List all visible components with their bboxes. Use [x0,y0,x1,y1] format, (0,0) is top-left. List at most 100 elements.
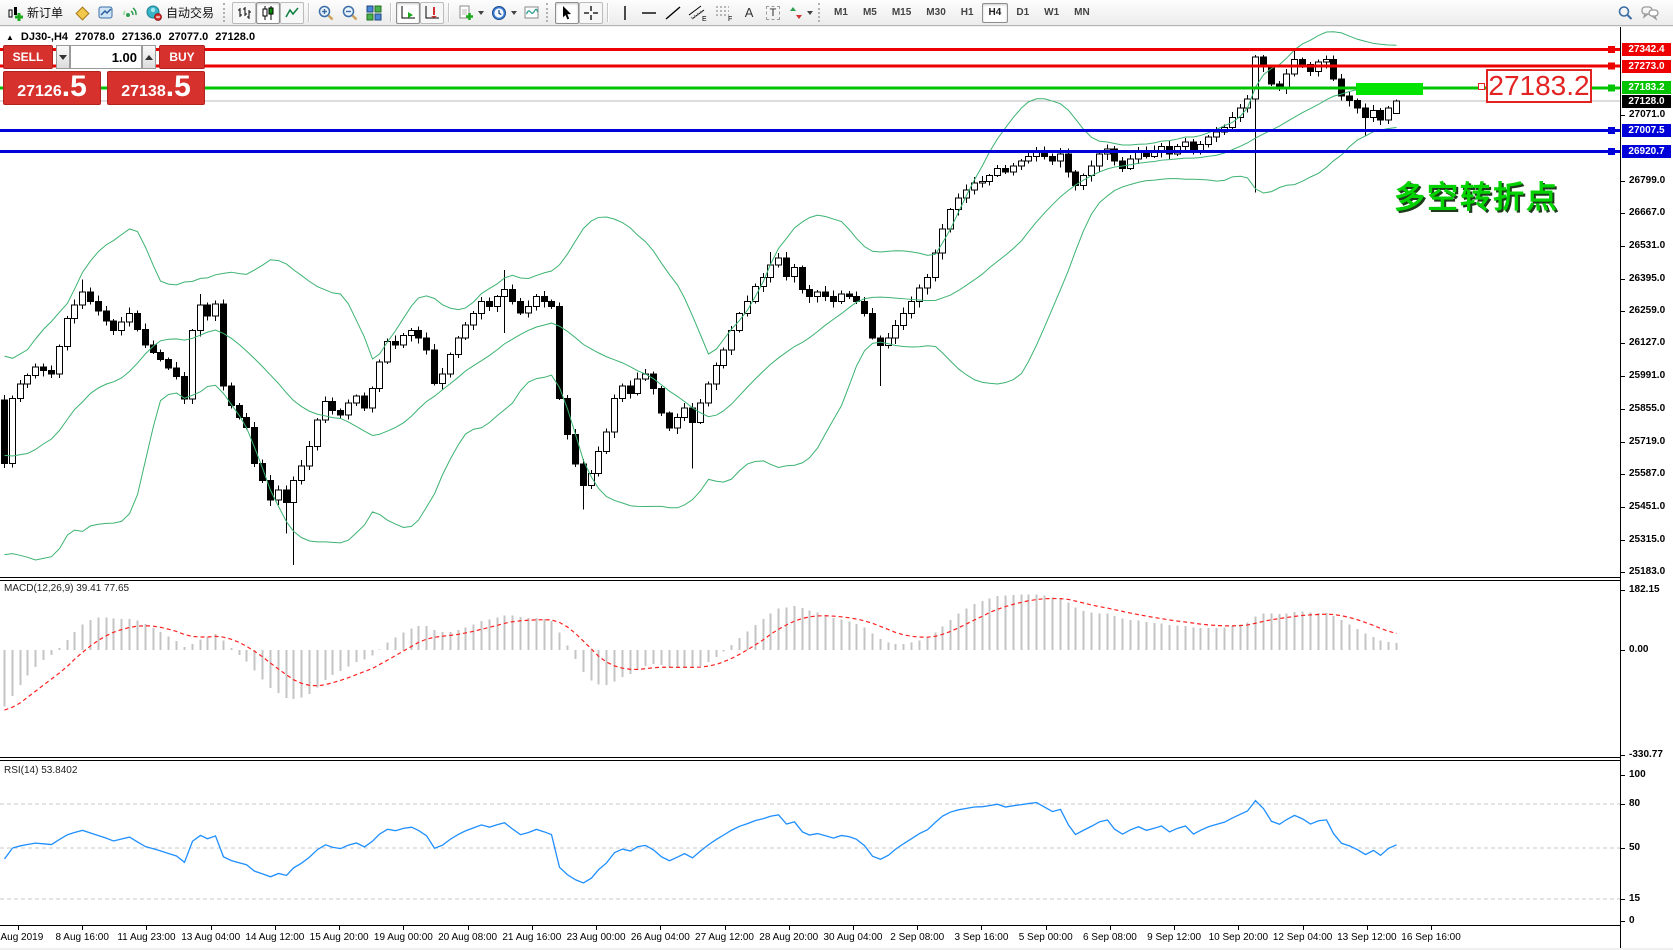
indicators-dropdown-caret [478,11,484,15]
fibonacci-icon: F [714,4,734,22]
toolbar-separator [390,3,392,22]
market-watch-button[interactable] [94,2,118,24]
cursor-tool-button[interactable] [555,2,579,24]
axis-tick-mark [1621,115,1625,116]
bars-chart-button[interactable] [232,2,256,24]
time-tick-mark [211,926,212,930]
text-label-tool-button[interactable]: T [761,2,785,24]
trendline-icon [664,5,682,21]
time-tick-mark [468,926,469,930]
auto-scroll-button[interactable] [396,2,420,24]
axis-tick-mark [1621,848,1625,849]
rsi-tick-label: 50 [1629,842,1640,853]
time-tick-mark [146,926,147,930]
autotrading-button[interactable]: 自动交易 [142,2,221,24]
toolbar-grip[interactable] [223,3,228,22]
axis-tick-mark [1621,899,1625,900]
timeframe-button-H4[interactable]: H4 [982,3,1009,23]
indicators-icon [457,4,475,22]
zoom-in-button[interactable] [314,2,338,24]
time-tick-mark [1174,926,1175,930]
time-tick-mark [1238,926,1239,930]
equidistant-channel-tool-button[interactable]: E [685,2,711,24]
buy-button[interactable]: BUY [159,45,205,69]
timeframe-button-W1[interactable]: W1 [1037,3,1066,23]
rsi-splitter[interactable] [0,757,1670,761]
volume-field[interactable]: 1.00 [70,45,142,69]
label-anchor-handle[interactable] [1478,83,1485,90]
text-tool-button[interactable]: A [737,2,761,24]
timeframe-button-H1[interactable]: H1 [954,3,981,23]
axis-tick-mark [1621,804,1625,805]
open-value: 27078.0 [75,31,115,43]
time-axis[interactable]: 7 Aug 20198 Aug 16:0011 Aug 23:0013 Aug … [0,926,1620,948]
price-axis[interactable]: 27071.026799.026667.026531.026395.026259… [1620,27,1673,948]
cursor-icon [559,5,575,21]
price-tick-label: 27071.0 [1629,109,1665,120]
price-callout-label[interactable]: 27183.2 [1486,69,1592,103]
timeframe-button-M30[interactable]: M30 [919,3,952,23]
line-chart-icon [284,5,300,21]
axis-tick-mark [1621,474,1625,475]
buy-price-frac: .5 [166,72,191,102]
chat-button[interactable] [1637,2,1663,24]
symbol-period-label: DJ30-,H4 [21,31,68,43]
rsi-tick-label: 100 [1629,769,1646,780]
triangle-down-icon [59,55,67,60]
timeframe-button-M1[interactable]: M1 [827,3,855,23]
time-tick-mark [1303,926,1304,930]
toolbar-separator [308,3,310,22]
fibonacci-letter: F [728,16,732,22]
chart-shift-button[interactable] [420,2,444,24]
new-order-label: 新订单 [27,4,63,21]
indicators-button[interactable] [454,2,487,24]
toolbar-grip[interactable] [546,3,551,22]
time-tick-mark [596,926,597,930]
chart-shift-icon [423,4,441,22]
arrows-tool-button[interactable] [785,2,816,24]
axis-tick-mark [1621,775,1625,776]
timeframe-button-M15[interactable]: M15 [885,3,918,23]
chart-annotation-text[interactable]: 多空转折点 [1394,172,1559,217]
buy-price-button[interactable]: 27138 .5 [107,71,205,105]
time-tick-mark [660,926,661,930]
line-chart-button[interactable] [280,2,304,24]
text-tool-letter: A [745,5,754,20]
axis-tick-mark [1621,279,1625,280]
periods-button[interactable] [487,2,520,24]
sell-button[interactable]: SELL [3,45,53,69]
macd-splitter[interactable] [0,577,1670,581]
volume-increase-button[interactable] [142,45,156,69]
trendline-tool-button[interactable] [661,2,685,24]
toolbar-separator [607,3,609,22]
templates-button[interactable] [520,2,544,24]
chat-icon [1640,4,1660,22]
price-tick-label: 26667.0 [1629,207,1665,218]
timeframe-button-M5[interactable]: M5 [856,3,884,23]
vertical-line-tool-button[interactable] [613,2,637,24]
vertical-line-icon [618,5,632,21]
new-order-button[interactable]: 新订单 [3,2,70,24]
toolbar-grip[interactable] [818,3,823,22]
time-tick-label: 16 Sep 16:00 [1393,932,1469,943]
signals-button[interactable] [118,2,142,24]
volume-decrease-button[interactable] [56,45,70,69]
candles-chart-button[interactable] [256,2,280,24]
metaeditor-button[interactable] [70,2,94,24]
timeframe-button-D1[interactable]: D1 [1009,3,1036,23]
sell-price-button[interactable]: 27126 .5 [3,71,101,105]
time-tick-mark [532,926,533,930]
horizontal-line-tool-button[interactable] [637,2,661,24]
axis-tick-mark [1621,590,1625,591]
crosshair-tool-button[interactable] [579,2,603,24]
macd-panel-chart [0,581,1620,757]
timeframe-group: M1M5M15M30H1H4D1W1MN [827,3,1097,23]
timeframe-button-MN[interactable]: MN [1067,3,1097,23]
search-button[interactable] [1613,2,1637,24]
price-tick-label: 25855.0 [1629,403,1665,414]
axis-tick-mark [1621,409,1625,410]
tile-windows-button[interactable] [362,2,386,24]
one-click-collapse-toggle[interactable]: ▲ [6,33,14,42]
zoom-out-button[interactable] [338,2,362,24]
fibonacci-tool-button[interactable]: F [711,2,737,24]
